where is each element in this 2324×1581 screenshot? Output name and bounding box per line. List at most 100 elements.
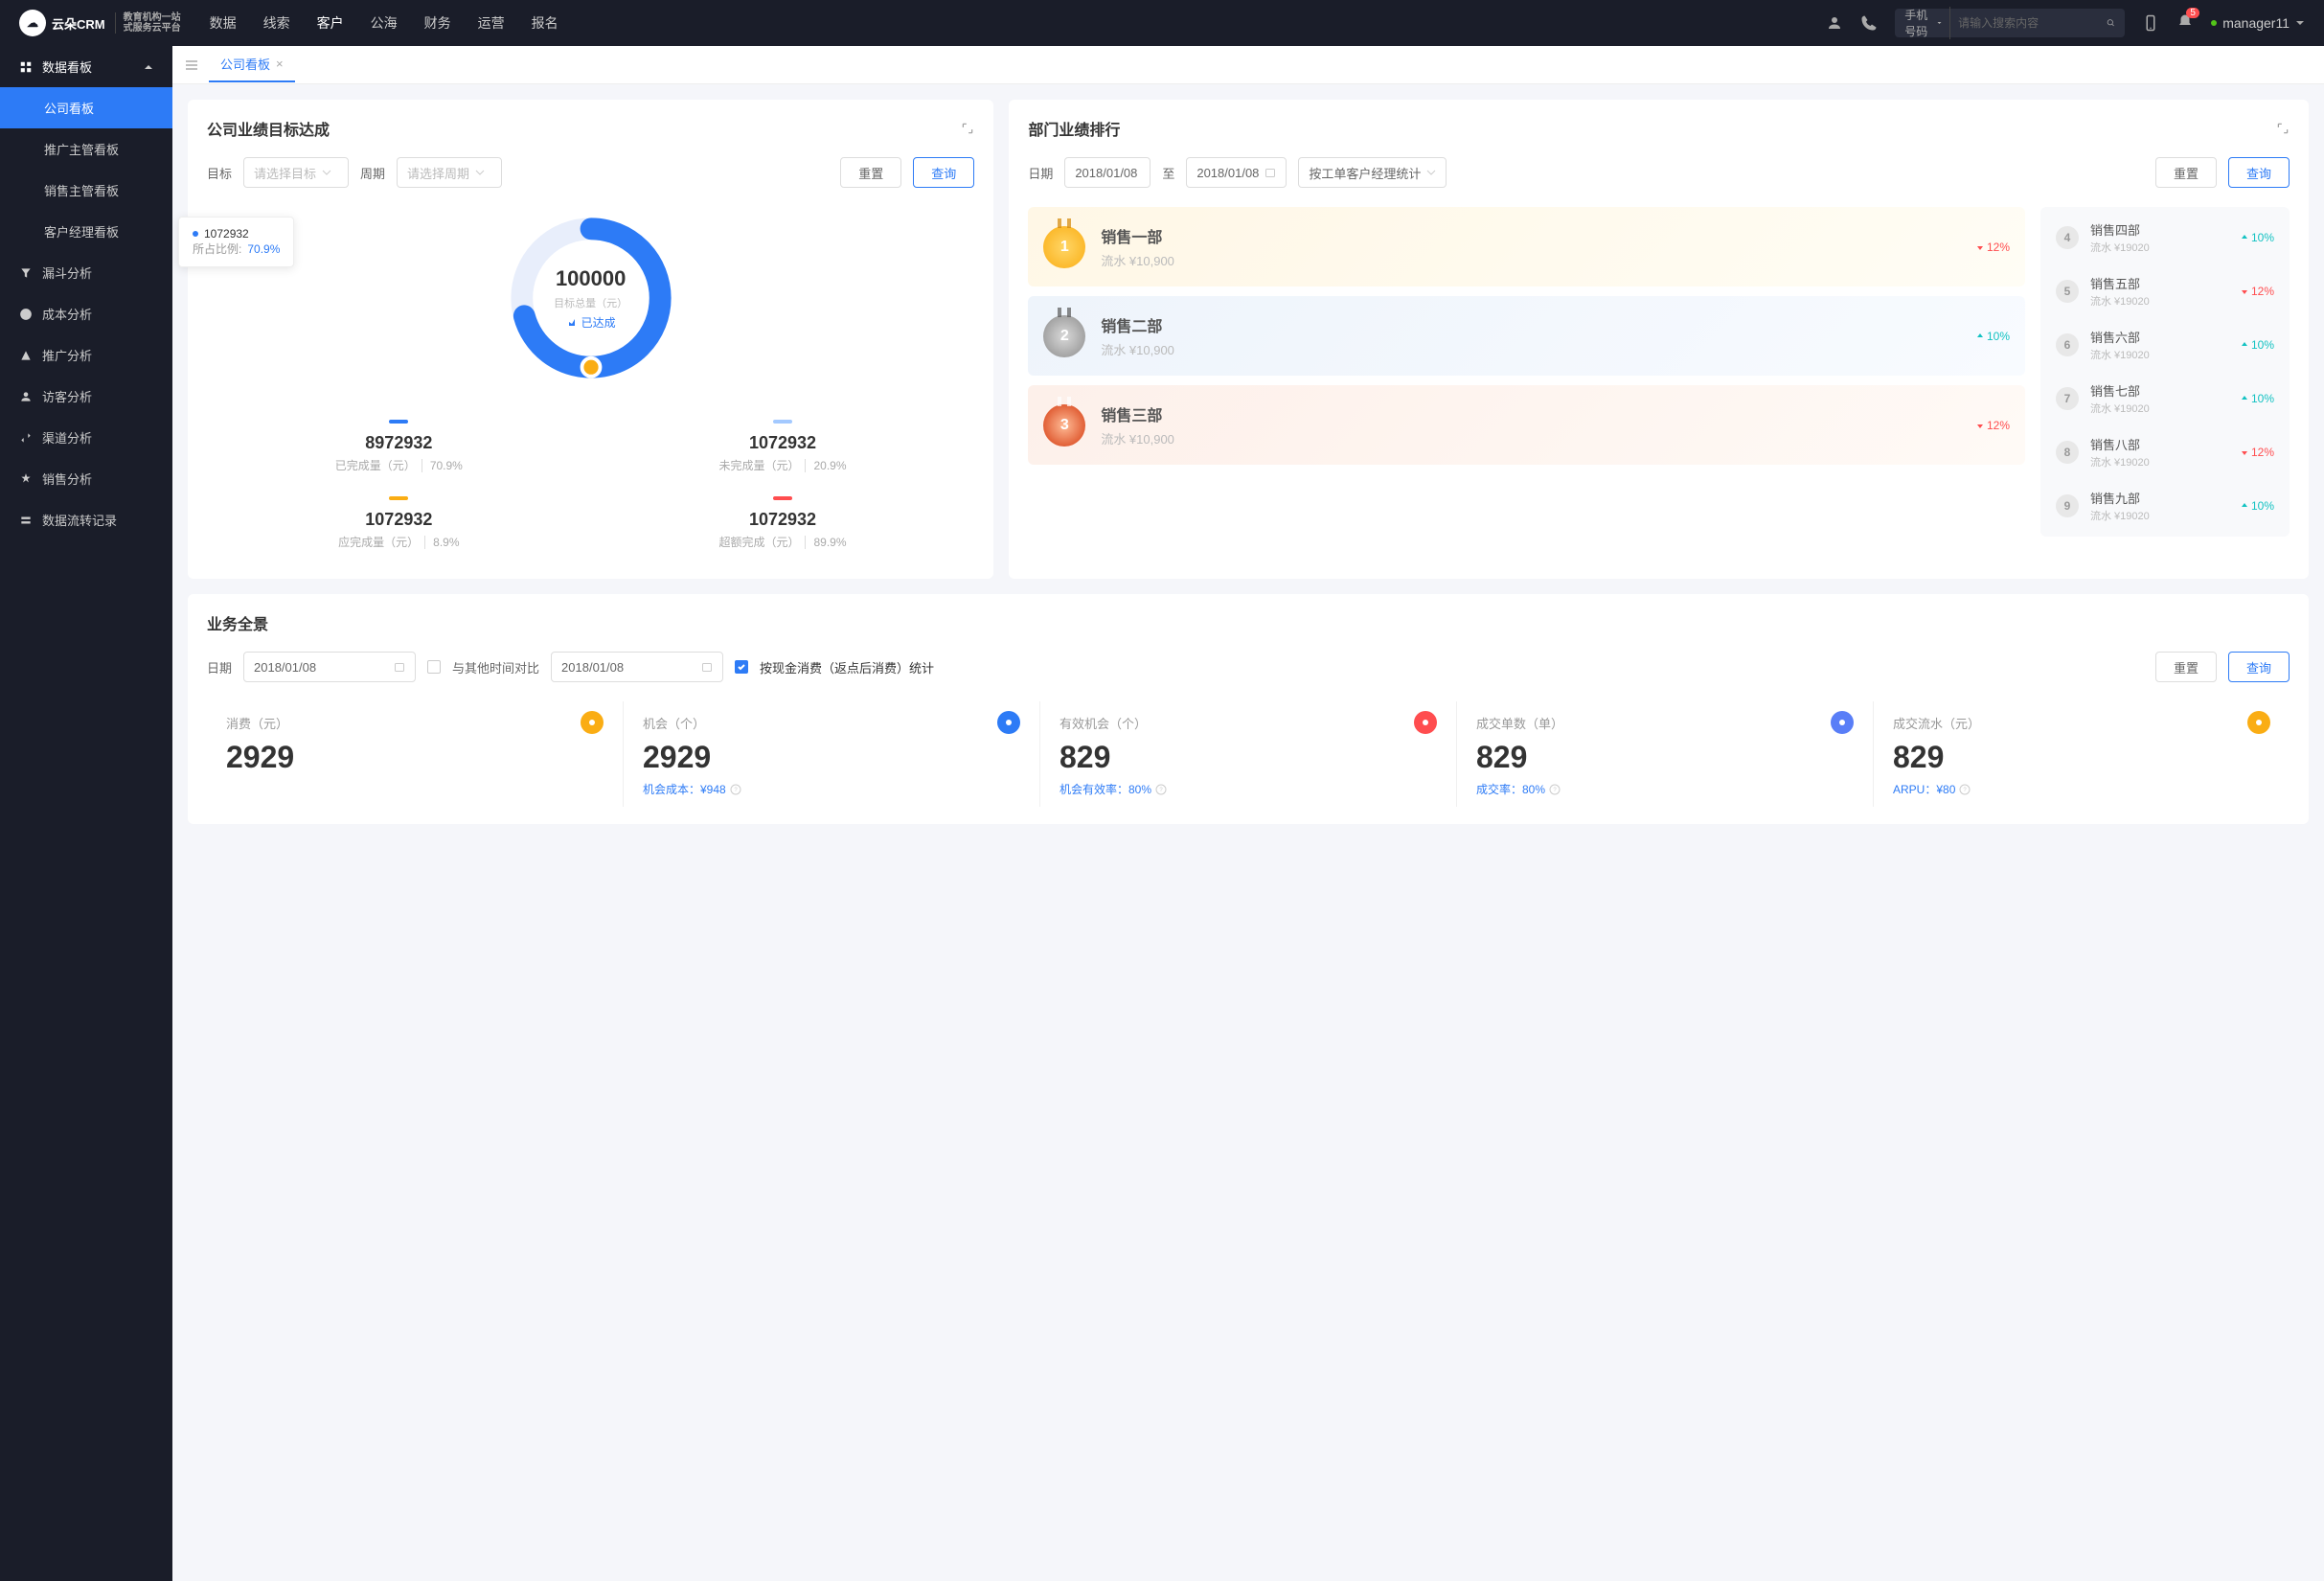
rank-row: 5销售五部流水 ¥1902012% [2040, 264, 2290, 318]
rank-row: 7销售七部流水 ¥1902010% [2040, 372, 2290, 425]
reset-button[interactable]: 重置 [2155, 157, 2217, 188]
sidebar-item[interactable]: 渠道分析 [0, 417, 172, 458]
sidebar: 数据看板 公司看板推广主管看板销售主管看板客户经理看板 漏斗分析成本分析推广分析… [0, 46, 172, 1581]
trend-indicator: 12% [2240, 285, 2274, 298]
compare-date-input[interactable]: 2018/01/08 [551, 652, 723, 682]
stat-item: 8972932已完成量（元）70.9% [207, 408, 591, 485]
stat-item: 1072932未完成量（元）20.9% [591, 408, 975, 485]
donut-chart: 100000 目标总量（元） 已达成 [500, 207, 682, 389]
topbar: ☁ 云朵CRM 教育机构一站式服务云平台 数据 线索 客户 公海 财务 运营 报名 手机号码… [0, 0, 2324, 46]
metric-item: 成交单数（单）829成交率：80%? [1457, 701, 1874, 807]
help-icon[interactable]: ? [1155, 784, 1167, 795]
expand-icon[interactable] [2276, 122, 2290, 135]
rank-card: 1销售一部流水 ¥10,90012% [1028, 207, 2025, 286]
help-icon[interactable]: ? [1549, 784, 1561, 795]
logo-icon: ☁ [19, 10, 46, 36]
trend-indicator: 12% [1975, 419, 2010, 432]
logo-subtitle: 教育机构一站式服务云平台 [115, 12, 181, 34]
svg-text:?: ? [1159, 788, 1163, 793]
sidebar-group-dashboard[interactable]: 数据看板 [0, 46, 172, 87]
reset-button[interactable]: 重置 [2155, 652, 2217, 682]
topnav-item[interactable]: 运营 [478, 13, 505, 33]
topnav: 数据 线索 客户 公海 财务 运营 报名 [210, 13, 558, 33]
topnav-item[interactable]: 财务 [424, 13, 451, 33]
menu-icon [19, 349, 33, 362]
cash-checkbox[interactable] [735, 660, 748, 674]
sidebar-item[interactable]: 销售主管看板 [0, 170, 172, 211]
sidebar-item[interactable]: 销售分析 [0, 458, 172, 499]
metric-item: 消费（元）2929 [207, 701, 624, 807]
topnav-item[interactable]: 报名 [532, 13, 558, 33]
card-title: 业务全景 [207, 611, 268, 634]
expand-icon[interactable] [961, 122, 974, 135]
sidebar-item[interactable]: 推广分析 [0, 334, 172, 376]
help-icon[interactable]: ? [730, 784, 741, 795]
user-menu[interactable]: manager11 [2211, 15, 2305, 31]
query-button[interactable]: 查询 [913, 157, 974, 188]
rank-row: 9销售九部流水 ¥1902010% [2040, 479, 2290, 533]
user-icon[interactable] [1826, 14, 1843, 32]
sidebar-item[interactable]: 漏斗分析 [0, 252, 172, 293]
sidebar-item[interactable]: 公司看板 [0, 87, 172, 128]
logo-text: 云朵CRM [52, 14, 105, 33]
trend-indicator: 10% [2240, 499, 2274, 513]
date-input[interactable]: 2018/01/08 [243, 652, 416, 682]
calendar-icon [701, 661, 713, 673]
search-icon[interactable] [2107, 16, 2115, 30]
tab-label: 公司看板 [220, 55, 270, 73]
medal-icon: 1 [1043, 226, 1085, 268]
svg-text:?: ? [734, 788, 738, 793]
topnav-item[interactable]: 客户 [317, 13, 344, 33]
donut-status: 已达成 [566, 314, 616, 331]
card-dept-ranking: 部门业绩排行 日期 2018/01/08 至 2018/01/08 按工单客户经… [1009, 100, 2309, 579]
date-label: 日期 [1028, 164, 1053, 182]
stat-by-select[interactable]: 按工单客户经理统计 [1298, 157, 1447, 188]
donut-sublabel: 目标总量（元） [554, 295, 627, 310]
search-input[interactable] [1958, 16, 2107, 30]
phone-icon[interactable] [1860, 14, 1878, 32]
notification-button[interactable]: 5 [2176, 13, 2194, 34]
rank-row: 8销售八部流水 ¥1902012% [2040, 425, 2290, 479]
card-title: 部门业绩排行 [1028, 117, 1120, 140]
username: manager11 [2222, 15, 2290, 31]
sidebar-group-label: 数据看板 [42, 57, 92, 76]
hamburger-icon[interactable] [184, 57, 199, 73]
metric-icon [1414, 711, 1437, 734]
menu-icon [19, 431, 33, 445]
calendar-icon [1265, 167, 1276, 178]
medal-icon: 3 [1043, 404, 1085, 447]
date-to[interactable]: 2018/01/08 [1186, 157, 1287, 188]
target-label: 目标 [207, 164, 232, 182]
reset-button[interactable]: 重置 [840, 157, 901, 188]
sidebar-item[interactable]: 访客分析 [0, 376, 172, 417]
sidebar-item[interactable]: 成本分析 [0, 293, 172, 334]
search-type-select[interactable]: 手机号码 [1904, 7, 1950, 39]
query-button[interactable]: 查询 [2228, 652, 2290, 682]
tab-company-board[interactable]: 公司看板 × [209, 47, 295, 82]
topnav-item[interactable]: 公海 [371, 13, 398, 33]
query-button[interactable]: 查询 [2228, 157, 2290, 188]
device-icon[interactable] [2142, 14, 2159, 32]
target-select[interactable]: 请选择目标 [243, 157, 349, 188]
medal-icon: 2 [1043, 315, 1085, 357]
sidebar-item[interactable]: 数据流转记录 [0, 499, 172, 540]
period-select[interactable]: 请选择周期 [397, 157, 502, 188]
status-dot [2211, 20, 2217, 26]
svg-text:?: ? [1553, 788, 1557, 793]
topnav-item[interactable]: 线索 [263, 13, 290, 33]
date-from[interactable]: 2018/01/08 [1064, 157, 1151, 188]
menu-icon [19, 266, 33, 280]
topnav-item[interactable]: 数据 [210, 13, 237, 33]
close-icon[interactable]: × [276, 57, 284, 71]
svg-text:?: ? [1964, 788, 1968, 793]
card-company-target: 公司业绩目标达成 目标 请选择目标 周期 请选择周期 重置 查询 [188, 100, 993, 579]
logo[interactable]: ☁ 云朵CRM 教育机构一站式服务云平台 [19, 10, 181, 36]
help-icon[interactable]: ? [1959, 784, 1971, 795]
trend-indicator: 10% [2240, 338, 2274, 352]
menu-icon [19, 514, 33, 527]
sidebar-item[interactable]: 推广主管看板 [0, 128, 172, 170]
compare-checkbox[interactable] [427, 660, 441, 674]
sidebar-item[interactable]: 客户经理看板 [0, 211, 172, 252]
menu-icon [19, 308, 33, 321]
chevron-up-icon [144, 62, 153, 72]
